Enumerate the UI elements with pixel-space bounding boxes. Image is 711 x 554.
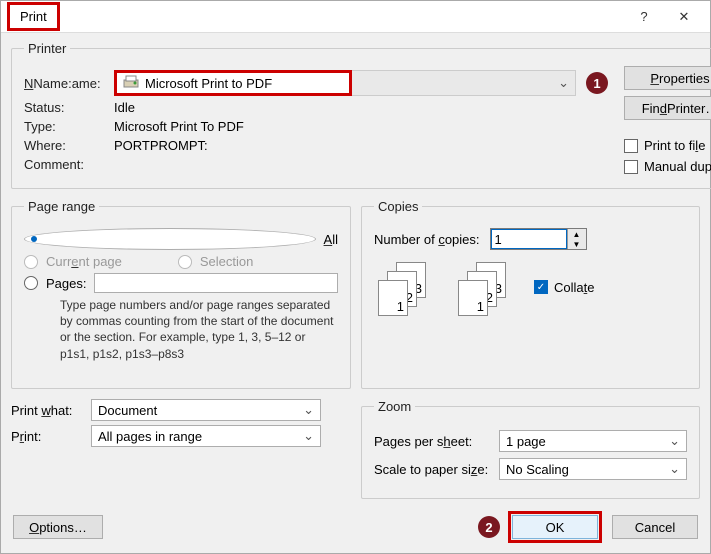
print-range-select[interactable]: All pages in range⌄: [91, 425, 321, 447]
collate-preview: 3 2 1 3 2 1: [378, 262, 508, 316]
pages-per-sheet-label: Pages per sheet:: [374, 434, 499, 449]
chevron-down-icon: ⌄: [669, 461, 680, 477]
num-copies-label: Number of copies:: [374, 232, 480, 247]
titlebar: Print ? ✕: [1, 1, 710, 33]
radio-current-page[interactable]: [24, 255, 38, 269]
chevron-down-icon: ⌄: [669, 433, 680, 449]
print-label: Print:: [11, 429, 91, 444]
pages-help-text: Type page numbers and/or page ranges sep…: [60, 297, 338, 362]
print-what-select[interactable]: Document⌄: [91, 399, 321, 421]
annotation-marker-1: 1: [586, 72, 608, 94]
radio-pages-label: Pages:: [46, 276, 86, 291]
type-value: Microsoft Print To PDF: [114, 119, 244, 134]
chevron-down-icon: ⌄: [558, 75, 569, 91]
checkbox-icon: [624, 139, 638, 153]
collate-checkbox[interactable]: ✓ Collate: [534, 280, 594, 295]
scale-label: Scale to paper size:: [374, 462, 499, 477]
printer-group: Printer NName:ame: Microsoft Print to PD…: [11, 41, 711, 189]
name-label: NName:ame:: [24, 76, 114, 91]
checkbox-icon: [624, 160, 638, 174]
zoom-group: Zoom Pages per sheet: 1 page⌄ Scale to p…: [361, 399, 700, 499]
scale-select[interactable]: No Scaling⌄: [499, 458, 687, 480]
options-button[interactable]: Options…: [13, 515, 103, 539]
where-value: PORTPROMPT:: [114, 138, 208, 153]
print-what-label: Print what:: [11, 403, 91, 418]
page-range-legend: Page range: [24, 199, 99, 214]
checkbox-checked-icon: ✓: [534, 280, 548, 294]
printer-name-value: Microsoft Print to PDF: [145, 76, 272, 91]
properties-button[interactable]: Properties: [624, 66, 711, 90]
help-button[interactable]: ?: [624, 3, 664, 31]
ok-button[interactable]: OK: [512, 515, 598, 539]
where-label: Where:: [24, 138, 114, 153]
print-to-file-checkbox[interactable]: Print to file: [624, 138, 711, 153]
status-value: Idle: [114, 100, 135, 115]
pages-input[interactable]: [94, 273, 338, 293]
radio-pages[interactable]: [24, 276, 38, 290]
printer-legend: Printer: [24, 41, 70, 56]
dialog-title: Print: [7, 2, 60, 31]
radio-selection[interactable]: [178, 255, 192, 269]
cancel-button[interactable]: Cancel: [612, 515, 698, 539]
page-range-group: Page range All Current page Selection: [11, 199, 351, 389]
printer-icon: [123, 75, 139, 92]
num-copies-spinner[interactable]: ▲▼: [490, 228, 587, 250]
zoom-legend: Zoom: [374, 399, 415, 414]
printer-name-select[interactable]: Microsoft Print to PDF: [114, 70, 352, 96]
radio-selection-label: Selection: [200, 254, 253, 269]
find-printer-button[interactable]: Find Printer…: [624, 96, 711, 120]
copies-group: Copies Number of copies: ▲▼ 3 2: [361, 199, 700, 389]
copies-legend: Copies: [374, 199, 422, 214]
status-label: Status:: [24, 100, 114, 115]
chevron-down-icon: ⌄: [303, 402, 314, 418]
close-button[interactable]: ✕: [664, 3, 704, 31]
annotation-marker-2: 2: [478, 516, 500, 538]
comment-label: Comment:: [24, 157, 114, 172]
spin-down-icon[interactable]: ▼: [568, 239, 586, 249]
chevron-down-icon: ⌄: [303, 428, 314, 444]
num-copies-input[interactable]: [491, 229, 567, 249]
pages-per-sheet-select[interactable]: 1 page⌄: [499, 430, 687, 452]
spin-up-icon[interactable]: ▲: [568, 229, 586, 239]
print-dialog: Print ? ✕ Printer NName:ame: Microsoft P…: [0, 0, 711, 554]
radio-all[interactable]: [24, 228, 316, 250]
type-label: Type:: [24, 119, 114, 134]
radio-current-label: Current page: [46, 254, 122, 269]
manual-duplex-checkbox[interactable]: Manual duplex: [624, 159, 711, 174]
radio-all-label: All: [324, 232, 338, 247]
printer-name-dropdown-arrow[interactable]: ⌄: [352, 70, 576, 96]
